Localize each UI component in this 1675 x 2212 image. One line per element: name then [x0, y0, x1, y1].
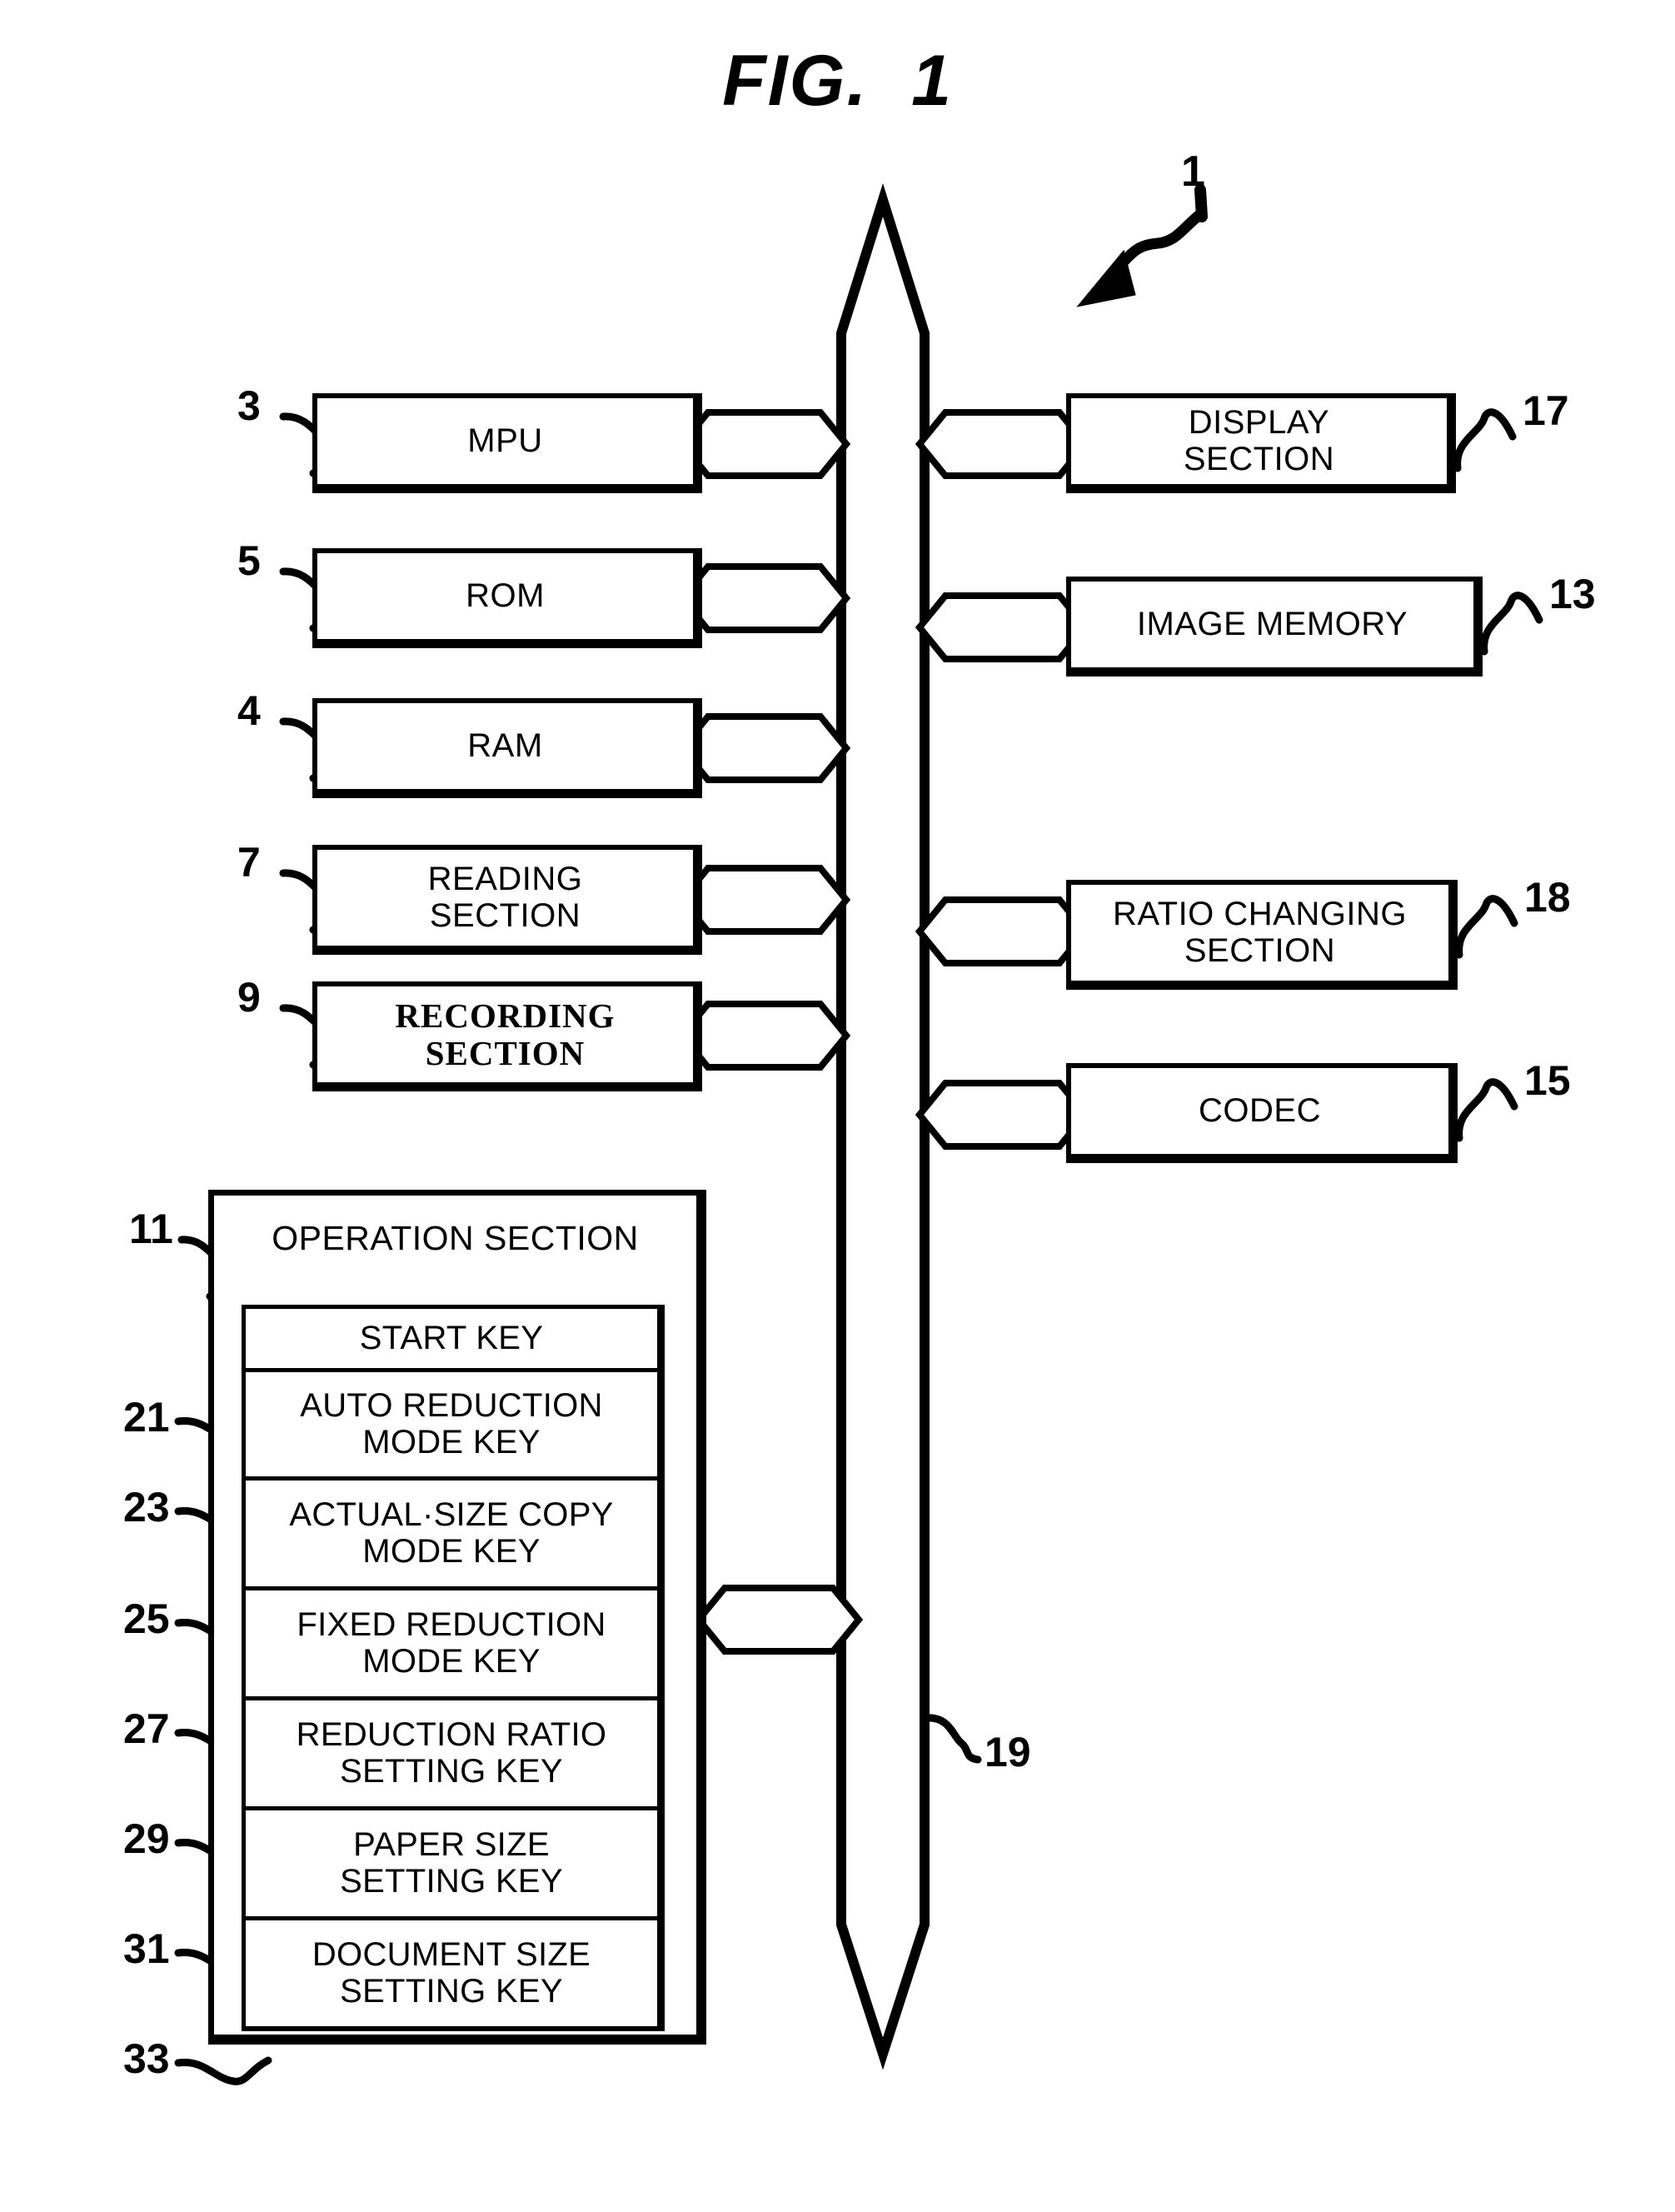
block-ratio-changing-section-label: RATIO CHANGING SECTION — [1113, 896, 1407, 969]
ref-numeral-17: 17 — [1523, 387, 1569, 434]
key-document-size-setting[interactable]: DOCUMENT SIZE SETTING KEY — [242, 1916, 665, 2031]
ref-numeral-1: 1 — [1181, 147, 1205, 196]
ref-numeral-5: 5 — [237, 537, 261, 584]
system-pointer-arrow — [1110, 209, 1205, 276]
system-bus — [836, 182, 930, 2070]
block-mpu: MPU — [312, 393, 702, 493]
leader-lines-bus — [922, 1714, 982, 1764]
key-fixed-reduction-mode-label: FIXED REDUCTION MODE KEY — [297, 1606, 606, 1680]
ref-numeral-25: 25 — [123, 1595, 170, 1642]
operation-section-title: OPERATION SECTION — [272, 1219, 639, 1257]
leader-19 — [922, 1714, 982, 1764]
key-start[interactable]: START KEY — [242, 1305, 665, 1368]
leader-13 — [1480, 592, 1543, 656]
operation-key-list: START KEY AUTO REDUCTION MODE KEY ACTUAL… — [242, 1305, 665, 2031]
block-display-section-label: DISPLAY SECTION — [1183, 404, 1335, 477]
block-ram: RAM — [312, 698, 702, 798]
connector-ratio — [915, 896, 1090, 966]
connector-mpu — [677, 409, 851, 479]
ref-numeral-15: 15 — [1524, 1057, 1571, 1104]
block-ram-label: RAM — [467, 727, 543, 764]
block-codec-label: CODEC — [1199, 1091, 1321, 1129]
key-reduction-ratio-setting[interactable]: REDUCTION RATIO SETTING KEY — [242, 1696, 665, 1806]
block-recording-section-label: RECORDING SECTION — [395, 996, 616, 1072]
key-actual-size-copy-mode[interactable]: ACTUAL·SIZE COPY MODE KEY — [242, 1476, 665, 1586]
block-rom: ROM — [312, 548, 702, 648]
block-display-section: DISPLAY SECTION — [1066, 393, 1456, 493]
ref-numeral-29: 29 — [123, 1815, 170, 1862]
ref-numeral-31: 31 — [123, 1925, 170, 1972]
key-auto-reduction-mode[interactable]: AUTO REDUCTION MODE KEY — [242, 1368, 665, 1476]
ref-numeral-23: 23 — [123, 1484, 170, 1530]
ref-numeral-11: 11 — [129, 1206, 173, 1252]
system-pointer-arrowhead — [1076, 249, 1136, 307]
ref-numeral-18: 18 — [1524, 874, 1571, 921]
connector-operation — [694, 1585, 864, 1655]
block-codec: CODEC — [1066, 1063, 1458, 1163]
ref-numeral-4: 4 — [237, 687, 261, 734]
block-recording-section: RECORDING SECTION — [312, 981, 702, 1091]
block-image-memory: IMAGE MEMORY — [1066, 577, 1483, 677]
key-start-label: START KEY — [359, 1319, 544, 1356]
key-fixed-reduction-mode[interactable]: FIXED REDUCTION MODE KEY — [242, 1586, 665, 1696]
patent-figure: FIG. 1 3 5 4 7 9 17 13 18 15 11 21 23 25… — [0, 0, 1675, 2212]
key-document-size-setting-label: DOCUMENT SIZE SETTING KEY — [312, 1936, 591, 2010]
block-reading-section-label: READING SECTION — [427, 861, 583, 934]
leader-33 — [174, 2056, 272, 2085]
leader-18 — [1455, 895, 1518, 959]
ref-numeral-21: 21 — [123, 1394, 170, 1441]
ref-numeral-9: 9 — [237, 974, 261, 1021]
connector-rom — [677, 563, 851, 633]
connector-display — [915, 409, 1090, 479]
leader-17 — [1453, 408, 1517, 472]
key-paper-size-setting[interactable]: PAPER SIZE SETTING KEY — [242, 1806, 665, 1916]
connector-ram — [677, 713, 851, 783]
key-paper-size-setting-label: PAPER SIZE SETTING KEY — [340, 1826, 563, 1900]
block-ratio-changing-section: RATIO CHANGING SECTION — [1066, 880, 1458, 990]
connector-image-mem — [915, 592, 1090, 662]
bus-connectors-right — [915, 409, 1090, 1150]
bus-connectors-left — [677, 409, 864, 1655]
leader-15 — [1455, 1078, 1518, 1142]
key-auto-reduction-mode-label: AUTO REDUCTION MODE KEY — [300, 1387, 603, 1461]
ref-numeral-33: 33 — [123, 2035, 170, 2082]
connector-reading — [677, 865, 851, 935]
block-reading-section: READING SECTION — [312, 845, 702, 955]
ref-numeral-27: 27 — [123, 1705, 170, 1752]
leader-lines-right — [1453, 408, 1543, 1142]
key-actual-size-copy-mode-label: ACTUAL·SIZE COPY MODE KEY — [289, 1496, 614, 1570]
block-rom-label: ROM — [466, 577, 545, 614]
ref-numeral-19: 19 — [985, 1729, 1031, 1775]
key-reduction-ratio-setting-label: REDUCTION RATIO SETTING KEY — [296, 1716, 607, 1790]
ref-numeral-7: 7 — [237, 839, 261, 886]
connector-codec — [915, 1080, 1090, 1150]
block-image-memory-label: IMAGE MEMORY — [1136, 605, 1408, 642]
ref-numeral-3: 3 — [237, 382, 261, 429]
ref-numeral-13: 13 — [1549, 571, 1596, 617]
block-mpu-label: MPU — [467, 422, 543, 459]
connector-recording — [677, 1001, 851, 1071]
